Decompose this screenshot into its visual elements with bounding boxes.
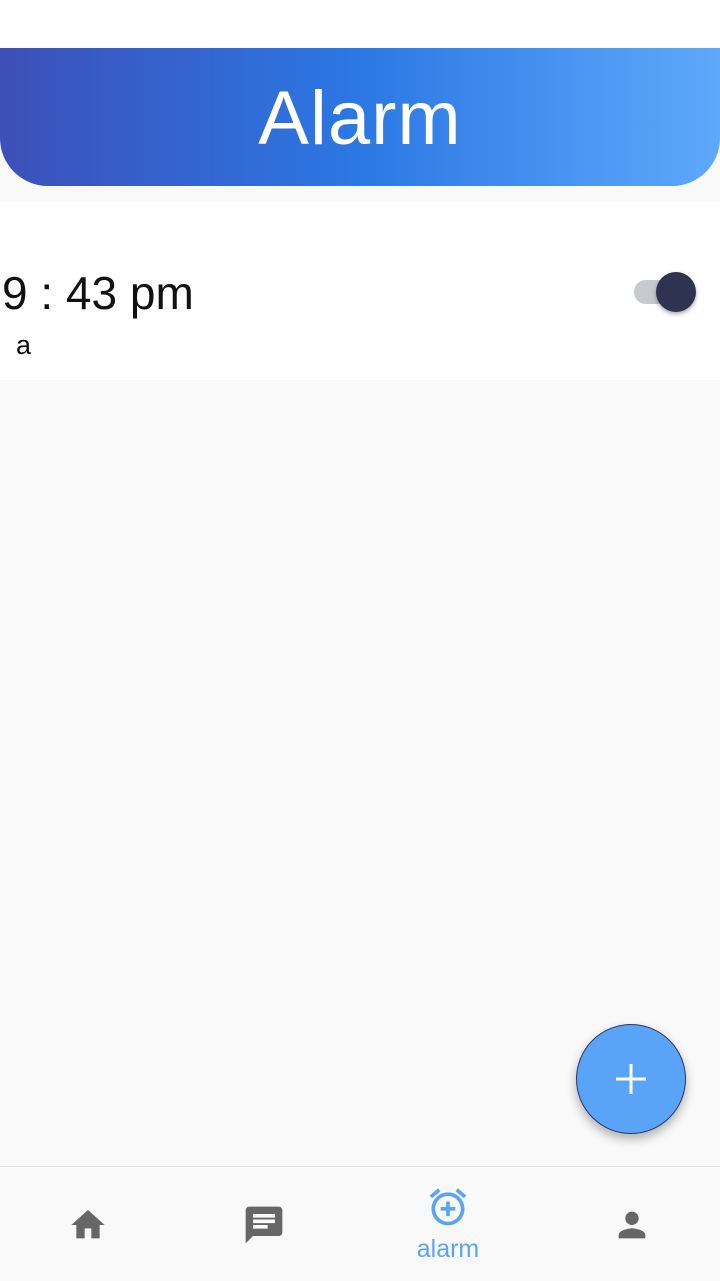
nav-item-profile[interactable] <box>572 1167 692 1281</box>
status-bar <box>0 0 720 48</box>
person-icon <box>618 1211 646 1239</box>
home-icon <box>71 1210 105 1239</box>
switch-thumb <box>656 272 696 312</box>
chat-icon <box>245 1206 283 1244</box>
alarm-toggle-switch[interactable] <box>632 272 698 312</box>
alarm-list-item[interactable]: 9 : 43 pm a <box>0 202 720 380</box>
add-alarm-button[interactable] <box>576 1024 686 1134</box>
nav-item-messages[interactable] <box>204 1167 324 1281</box>
page-title: Alarm <box>258 75 462 161</box>
bottom-navigation: alarm <box>0 1166 720 1281</box>
app-header: Alarm <box>0 48 720 186</box>
nav-item-home[interactable] <box>28 1167 148 1281</box>
plus-icon <box>616 1064 646 1094</box>
alarm-time: 9 : 43 pm <box>2 267 194 319</box>
nav-label-alarm: alarm <box>416 1235 480 1263</box>
nav-item-alarm[interactable]: alarm <box>388 1167 508 1281</box>
alarm-label: a <box>16 330 32 360</box>
alarm-add-icon <box>429 1188 467 1226</box>
